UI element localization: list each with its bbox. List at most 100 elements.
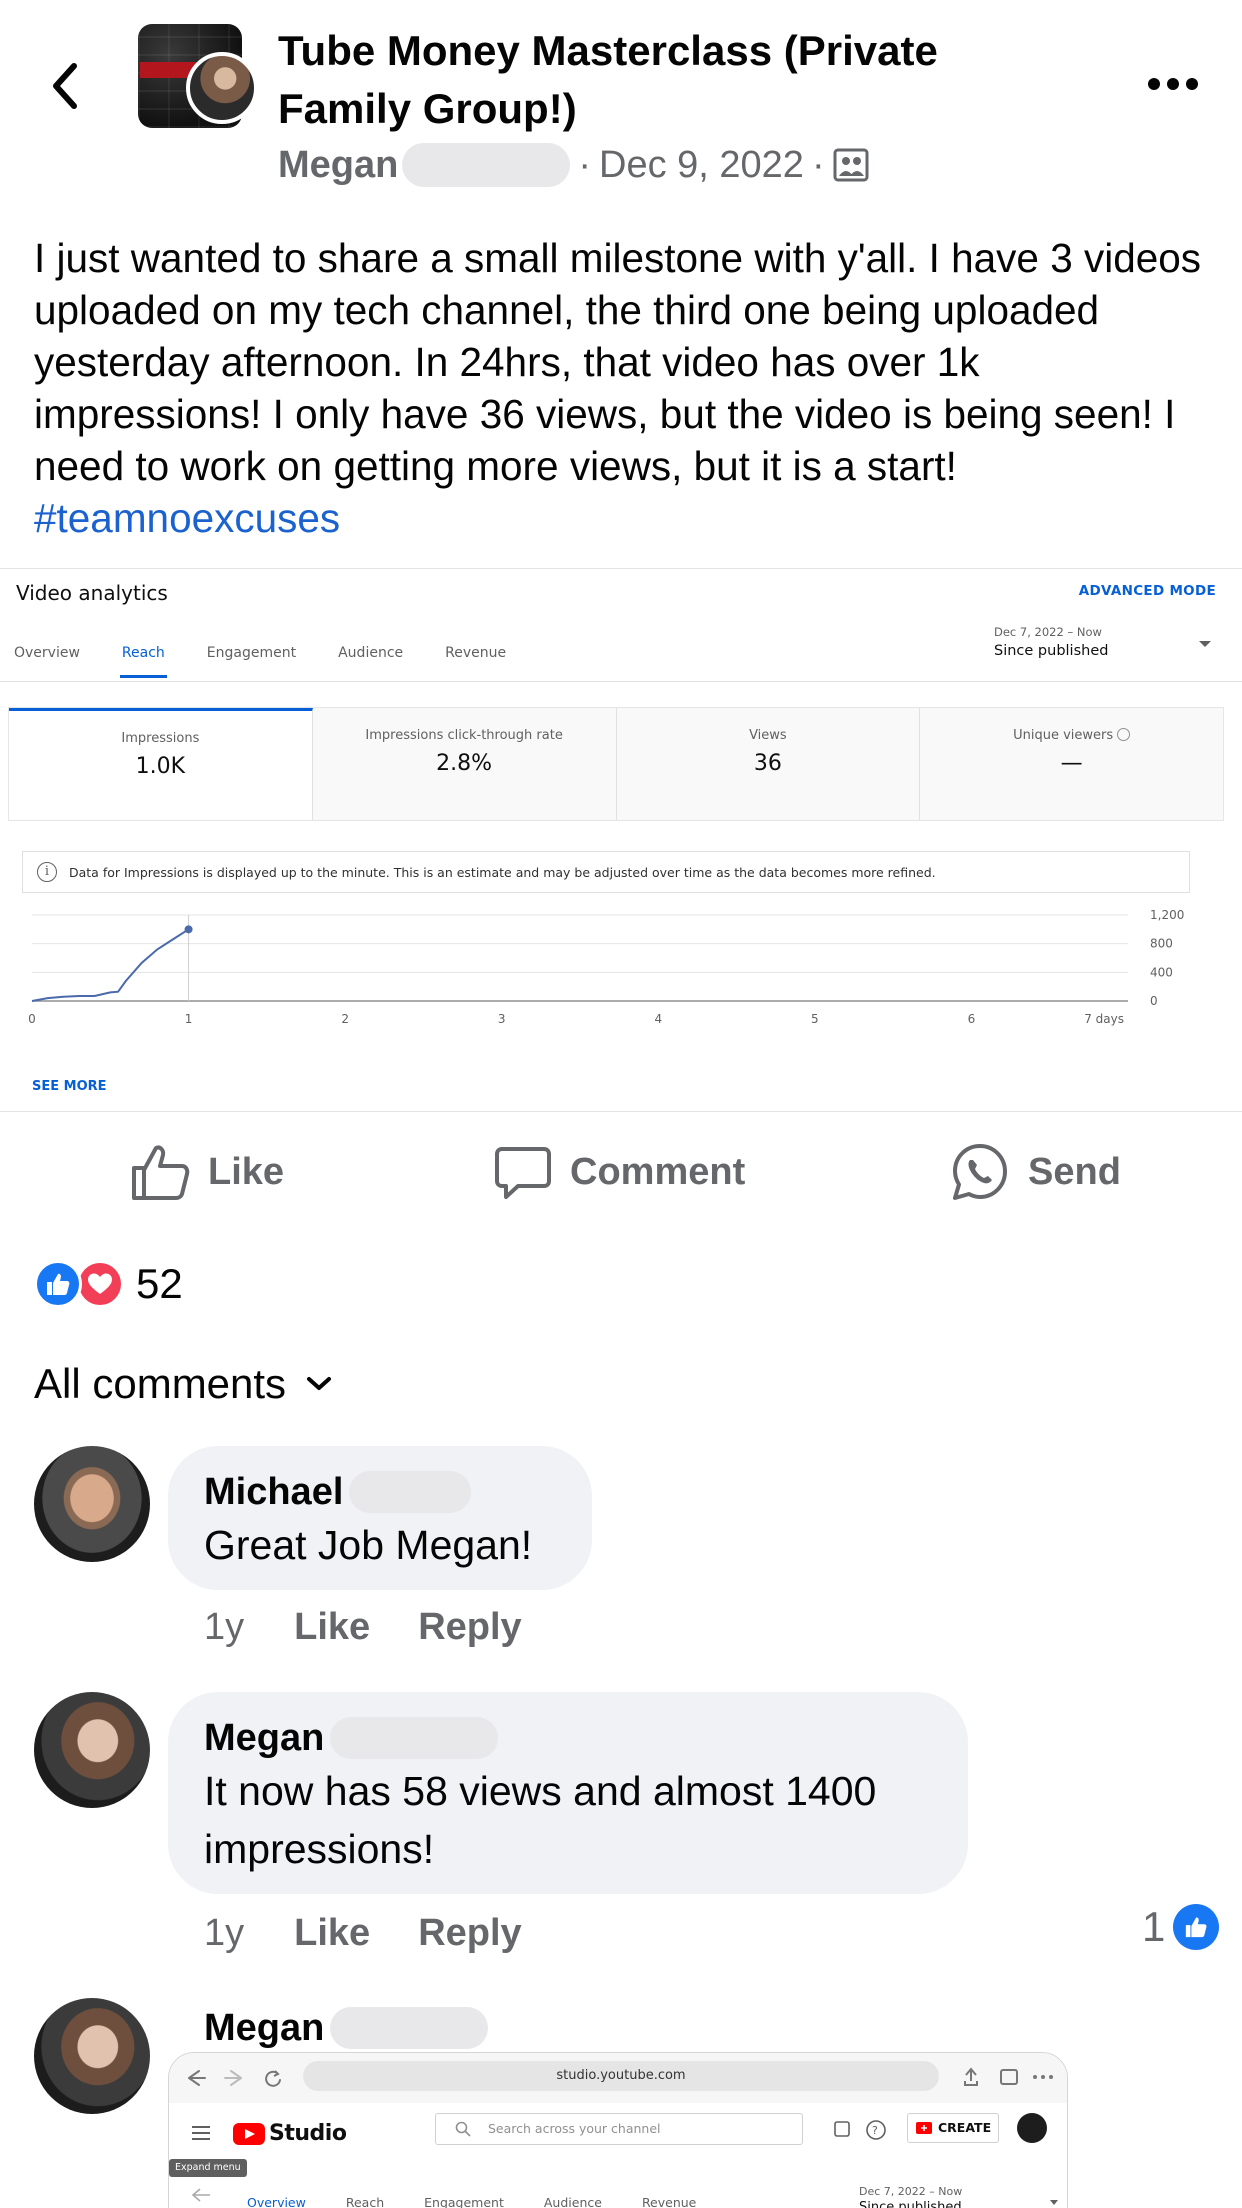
like-button[interactable]: Like [130,1130,284,1214]
comment-label: Comment [570,1150,746,1193]
analytics-title: Video analytics [16,581,168,605]
back-button[interactable] [44,56,88,116]
like-label: Like [208,1150,285,1193]
comment-header: Megan [204,2004,489,2052]
group-avatar[interactable] [138,24,258,130]
x-tick-label: 5 [811,1012,819,1026]
back-arrow-icon [191,2188,210,2202]
more-options-button[interactable] [1146,70,1200,98]
series-line [31,928,190,1002]
commenter-name[interactable]: Megan [204,1714,324,1762]
x-tick-label: 3 [498,1012,506,1026]
comment-bubble: Megan It now has 58 views and almost 140… [168,1692,968,1894]
love-reaction-icon [76,1260,124,1308]
post-body: I just wanted to share a small milestone… [34,232,1214,544]
tab-engagement: Engagement [206,645,297,661]
see-more-link: SEE MORE [32,1079,107,1094]
metric-views: Views 36 [617,708,921,820]
commenter-name[interactable]: Michael [204,1468,343,1516]
tab-overview: Overview [14,645,80,661]
x-tick-label: 6 [968,1012,976,1026]
comment-time[interactable]: 1y [204,1912,244,1955]
comment-reply-button[interactable]: Reply [418,1912,521,1955]
info-icon: i [37,862,57,882]
youtube-logo-icon [233,2122,265,2145]
thumbs-up-icon [132,1145,190,1200]
video-add-icon [916,2122,932,2134]
hashtag-link[interactable]: #teamnoexcuses [34,495,340,541]
author-name[interactable]: Megan [278,144,398,187]
comment-actions: 1y Like Reply [204,1908,570,1958]
browser-action-icons [964,2067,1053,2086]
advanced-mode-link: ADVANCED MODE [1078,583,1216,599]
hamburger-menu-icon [192,2126,210,2140]
comment-reply-button[interactable]: Reply [418,1606,521,1649]
browser-nav-icons [188,2070,281,2087]
expand-menu-tooltip: Expand menu [169,2159,247,2177]
commenter-name[interactable]: Megan [204,2004,324,2052]
redacted-surname [330,2007,489,2049]
comment-time[interactable]: 1y [204,1606,244,1649]
x-tick-label: 1 [185,1012,193,1026]
comment-actions: 1y Like Reply [204,1602,570,1652]
comment-text: Great Job Megan! [204,1522,533,1568]
studio-help-icons: ? [834,2120,886,2140]
tab-audience: Audience [338,645,404,661]
comments-filter-dropdown[interactable]: All comments [34,1356,332,1412]
comment-reaction-count[interactable]: 1 [1142,1902,1220,1952]
svg-text:?: ? [872,2124,878,2137]
studio-tab-audience: Audience [543,2195,602,2208]
metric-unique-viewers: Unique viewers — [920,708,1223,820]
author-avatar [186,52,258,124]
x-tick-label: 2 [341,1012,349,1026]
post-meta: Megan · Dec 9, 2022 · [278,140,869,190]
comment-bubble: Michael Great Job Megan! [168,1446,592,1590]
y-tick-label: 800 [1150,937,1173,951]
redacted-surname [402,143,571,187]
chevron-left-icon [53,63,77,109]
date-range-label: Since published [994,643,1109,659]
y-tick-label: 0 [1150,994,1158,1008]
reactions-summary[interactable]: 52 [34,1256,183,1312]
caret-down-icon [1199,641,1211,647]
group-title[interactable]: Tube Money Masterclass (Private Family G… [278,22,1058,138]
channel-avatar [1017,2113,1047,2143]
comment-button[interactable]: Comment [494,1130,745,1214]
clock-icon [1117,728,1131,741]
redacted-surname [330,1717,499,1759]
info-text: Data for Impressions is displayed up to … [69,864,936,880]
date-range-dates: Dec 7, 2022 – Now [994,625,1102,639]
y-tick-label: 400 [1150,965,1173,979]
studio-tab-reach: Reach [345,2195,385,2208]
avatar[interactable] [34,1692,150,1808]
studio-search-input: Search across your channel [435,2113,803,2145]
tab-reach: Reach [119,645,167,678]
avatar[interactable] [34,1446,150,1562]
address-bar: studio.youtube.com [303,2061,939,2091]
tab-revenue: Revenue [445,645,507,661]
comment-like-button[interactable]: Like [294,1606,370,1649]
y-tick-label: 1,200 [1150,908,1184,922]
comments-filter-label: All comments [34,1360,287,1407]
browser-toolbar: studio.youtube.com [169,2053,1067,2103]
analytics-screenshot[interactable]: Video analytics ADVANCED MODE Overview R… [0,568,1242,1112]
caret-down-icon [1050,2200,1058,2205]
post-date[interactable]: Dec 9, 2022 [599,144,804,187]
like-reaction-icon [34,1260,82,1308]
whatsapp-icon [953,1144,1007,1200]
x-tick-label: 4 [654,1012,662,1026]
date-range: Dec 7, 2022 – Now Since published [994,625,1108,659]
x-tick-label: 0 [28,1012,36,1026]
metric-ctr: Impressions click-through rate 2.8% [313,708,617,820]
studio-screenshot-attachment[interactable]: studio.youtube.com Studio Search across … [168,2052,1068,2208]
studio-tab-engagement: Engagement [424,2195,504,2208]
send-button[interactable]: Send [950,1130,1121,1214]
avatar[interactable] [34,1998,150,2114]
metric-impressions: Impressions 1.0K [9,708,313,820]
chevron-down-icon [307,1377,332,1390]
search-icon [455,2121,471,2137]
post-action-bar: Like Comment Send [0,1130,1242,1214]
comment-like-button[interactable]: Like [294,1912,370,1955]
studio-analytics-tabs: Overview Reach Engagement Audience Reven… [247,2195,736,2208]
send-label: Send [1028,1150,1121,1193]
